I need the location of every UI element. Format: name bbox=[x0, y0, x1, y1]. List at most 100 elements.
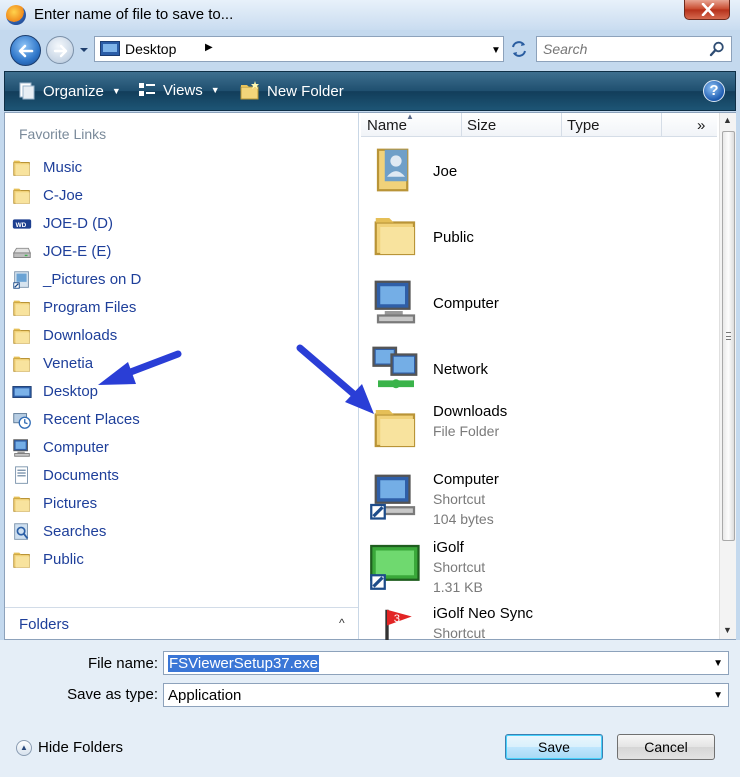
scroll-up-icon[interactable]: ▲ bbox=[723, 115, 732, 125]
computer-icon bbox=[11, 437, 35, 457]
file-name-dropdown-icon[interactable]: ▼ bbox=[713, 658, 723, 669]
favorite-link-label: Music bbox=[43, 158, 83, 176]
favorite-link-item[interactable]: Downloads bbox=[11, 324, 351, 346]
organize-icon bbox=[19, 82, 35, 100]
documents-icon bbox=[11, 465, 35, 485]
file-list-item[interactable]: Downloads File Folder bbox=[369, 401, 631, 461]
hide-folders-label: Hide Folders bbox=[38, 739, 124, 756]
file-name-selected-text[interactable]: FSViewerSetup37.exe bbox=[168, 655, 319, 672]
file-list-item[interactable]: Computer Shortcut 104 bytes bbox=[369, 469, 631, 529]
favorite-link-label: Downloads bbox=[43, 326, 118, 344]
forward-arrow-icon bbox=[53, 44, 68, 58]
file-name: Public bbox=[433, 229, 474, 246]
help-button[interactable]: ? bbox=[703, 80, 725, 102]
search-box[interactable] bbox=[536, 36, 732, 62]
favorite-link-item[interactable]: Public bbox=[11, 548, 351, 570]
save-type-select[interactable]: Application ▼ bbox=[163, 683, 729, 707]
views-button[interactable]: Views ▼ bbox=[137, 81, 220, 99]
hide-folders-button[interactable]: ▲ Hide Folders bbox=[16, 739, 123, 756]
favorite-link-item[interactable]: Searches bbox=[11, 520, 351, 542]
favorite-link-item[interactable]: Pictures bbox=[11, 492, 351, 514]
save-dialog: Enter name of file to save to... Desktop… bbox=[0, 0, 740, 777]
close-button[interactable] bbox=[684, 0, 730, 20]
back-arrow-icon bbox=[18, 44, 34, 58]
user-folder-icon bbox=[369, 143, 425, 199]
svg-text:3: 3 bbox=[394, 613, 400, 625]
desktop-icon bbox=[100, 41, 120, 56]
pictures-shortcut-icon bbox=[11, 269, 35, 289]
save-type-dropdown-icon[interactable]: ▼ bbox=[713, 690, 723, 701]
favorite-link-item[interactable]: WD JOE-D (D) bbox=[11, 212, 351, 234]
save-button[interactable]: Save bbox=[505, 734, 603, 760]
folder-icon bbox=[11, 157, 35, 177]
views-label: Views bbox=[163, 81, 203, 99]
favorite-link-item[interactable]: Desktop bbox=[11, 380, 351, 402]
file-list-item[interactable]: Computer bbox=[369, 275, 631, 335]
views-dropdown-icon: ▼ bbox=[210, 85, 220, 95]
organize-button[interactable]: Organize ▼ bbox=[17, 81, 121, 101]
address-location[interactable]: Desktop bbox=[125, 41, 176, 57]
file-list-item[interactable]: Network bbox=[369, 341, 631, 401]
column-name[interactable]: Name bbox=[367, 117, 407, 134]
back-button[interactable] bbox=[10, 35, 41, 66]
favorite-link-label: _Pictures on D bbox=[43, 270, 142, 288]
address-bar[interactable]: Desktop ▶ ▼ bbox=[94, 36, 504, 62]
refresh-icon[interactable] bbox=[508, 38, 530, 60]
favorite-link-item[interactable]: C-Joe bbox=[11, 184, 351, 206]
search-input[interactable] bbox=[541, 40, 701, 58]
file-type: File Folder bbox=[433, 423, 500, 439]
favorite-link-item[interactable]: _Pictures on D bbox=[11, 268, 351, 290]
file-name: Joe bbox=[433, 163, 458, 180]
file-list-item[interactable]: iGolf Shortcut 1.31 KB bbox=[369, 537, 631, 597]
favorite-link-item[interactable]: Music bbox=[11, 156, 351, 178]
help-icon: ? bbox=[709, 82, 719, 99]
command-toolbar: Organize ▼ Views ▼ New Folder ? bbox=[4, 71, 736, 111]
forward-button[interactable] bbox=[46, 36, 74, 64]
file-list-item[interactable]: Public bbox=[369, 209, 631, 269]
favorite-links-header: Favorite Links bbox=[19, 126, 107, 142]
favorite-link-item[interactable]: Program Files bbox=[11, 296, 351, 318]
favorite-link-item[interactable]: Documents bbox=[11, 464, 351, 486]
file-name-value[interactable]: FSViewerSetup37.exe bbox=[168, 655, 319, 672]
favorite-link-item[interactable]: Computer bbox=[11, 436, 351, 458]
file-name: Computer bbox=[433, 295, 499, 312]
save-type-value[interactable]: Application bbox=[168, 687, 241, 704]
more-columns-icon[interactable]: » bbox=[697, 117, 705, 134]
favorite-link-item[interactable]: Venetia bbox=[11, 352, 351, 374]
file-name: Network bbox=[433, 361, 489, 378]
recent-pages-dropdown-icon[interactable] bbox=[78, 45, 90, 55]
column-size[interactable]: Size bbox=[467, 117, 496, 134]
file-name-input[interactable]: FSViewerSetup37.exe ▼ bbox=[163, 651, 729, 675]
folder-icon bbox=[11, 353, 35, 373]
scroll-down-icon[interactable]: ▼ bbox=[723, 625, 732, 635]
cancel-button[interactable]: Cancel bbox=[617, 734, 715, 760]
searches-icon bbox=[11, 521, 35, 541]
column-type[interactable]: Type bbox=[567, 117, 600, 134]
favorite-link-label: Computer bbox=[43, 438, 109, 456]
favorite-link-item[interactable]: Recent Places bbox=[11, 408, 351, 430]
search-icon[interactable] bbox=[709, 41, 725, 57]
vertical-scrollbar[interactable]: ▲ ▼ bbox=[719, 113, 736, 639]
breadcrumb-chevron-icon[interactable]: ▶ bbox=[205, 42, 213, 53]
favorite-link-label: JOE-D (D) bbox=[43, 214, 113, 232]
folder-icon bbox=[11, 297, 35, 317]
favorite-link-label: Recent Places bbox=[43, 410, 140, 428]
desktop-icon bbox=[11, 381, 35, 401]
favorite-link-label: Program Files bbox=[43, 298, 137, 316]
close-icon bbox=[701, 3, 715, 16]
chevron-up-icon: ▲ bbox=[16, 739, 32, 756]
folders-bar[interactable]: Folders ^ bbox=[5, 607, 358, 639]
column-separator[interactable] bbox=[561, 113, 562, 137]
address-dropdown-icon[interactable]: ▼ bbox=[491, 45, 501, 56]
file-list-item[interactable]: Joe bbox=[369, 143, 631, 203]
favorite-link-item[interactable]: JOE-E (E) bbox=[11, 240, 351, 262]
scrollbar-thumb[interactable] bbox=[722, 131, 735, 541]
chevron-up-icon[interactable]: ^ bbox=[339, 616, 345, 630]
new-folder-label: New Folder bbox=[267, 82, 344, 100]
favorite-link-label: JOE-E (E) bbox=[43, 242, 112, 260]
file-list-pane: Name ▲ Size Type » Joe Public Computer Netw… bbox=[361, 112, 736, 651]
column-separator[interactable] bbox=[461, 113, 462, 137]
column-separator[interactable] bbox=[661, 113, 662, 137]
folder-icon bbox=[11, 325, 35, 345]
new-folder-button[interactable]: New Folder bbox=[239, 81, 344, 101]
